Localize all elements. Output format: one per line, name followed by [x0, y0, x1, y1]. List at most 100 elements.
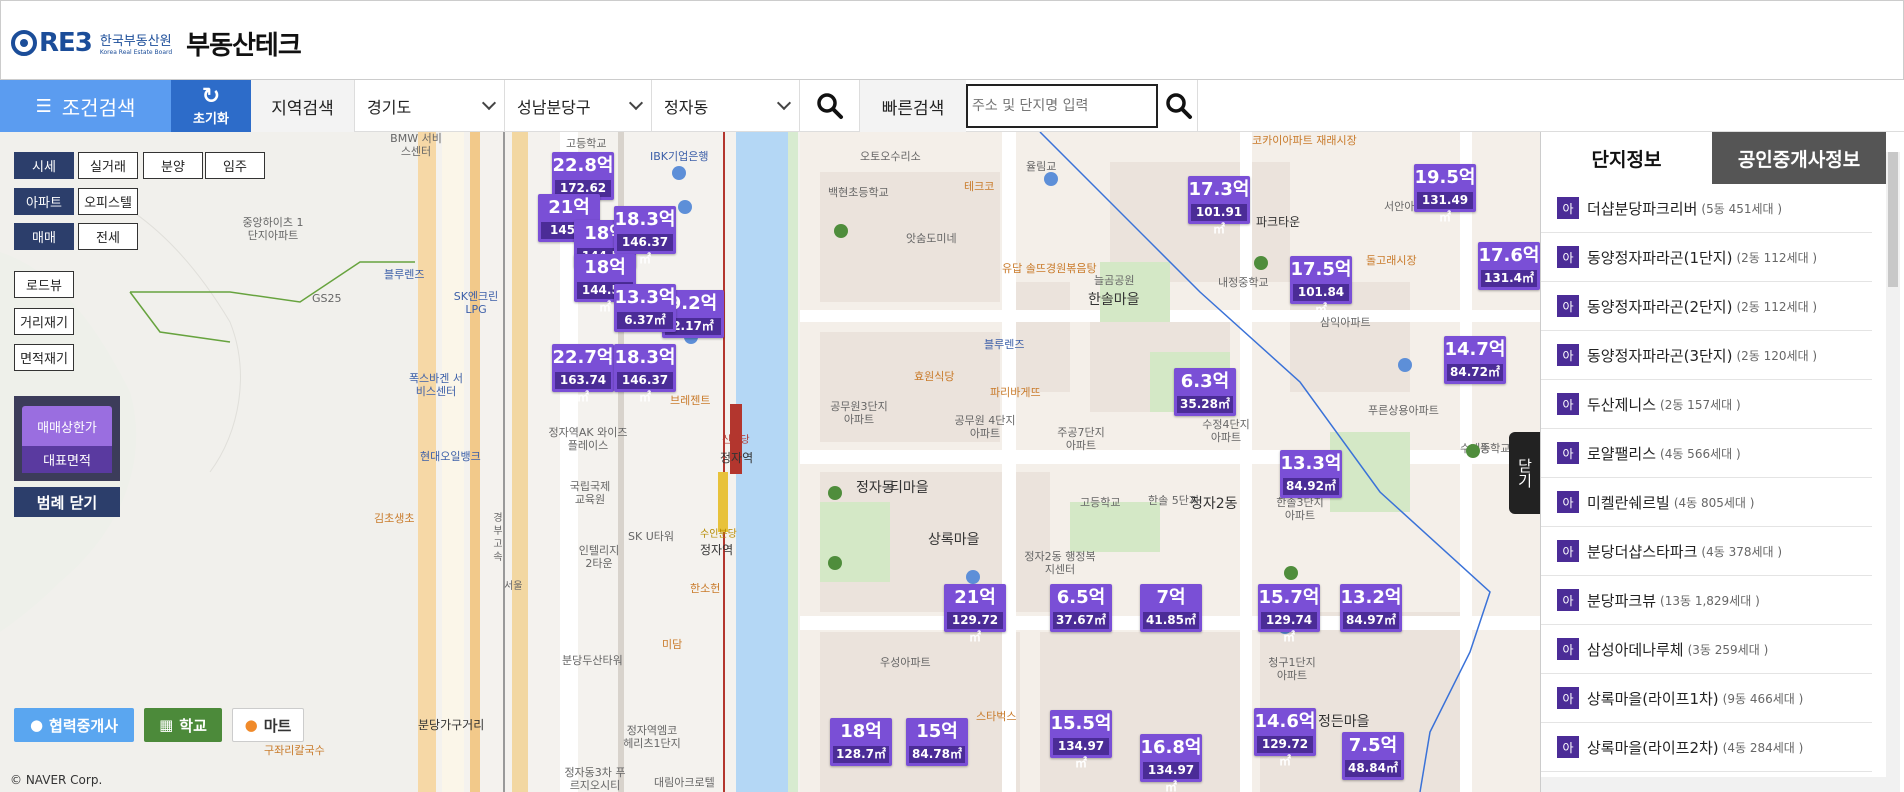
- school-filter-button[interactable]: ▦ 학교: [144, 708, 222, 742]
- quick-search-button[interactable]: [1160, 80, 1198, 132]
- broker-icon[interactable]: [1398, 358, 1412, 372]
- list-item[interactable]: 아 분당파크뷰 (13동 1,829세대 ): [1541, 576, 1872, 625]
- scrollbar-thumb[interactable]: [1888, 152, 1898, 287]
- price-marker[interactable]: 21억 129.72㎡: [944, 584, 1006, 644]
- marker-price: 22.8억: [552, 155, 614, 176]
- price-marker[interactable]: 17.6억 131.4㎡: [1478, 242, 1540, 290]
- toggle-actual-deal[interactable]: 실거래: [78, 152, 138, 179]
- price-marker[interactable]: 18.3억 146.37㎡: [614, 206, 676, 266]
- chevron-down-icon: [776, 95, 792, 111]
- marker-price: 14.7억: [1444, 339, 1506, 360]
- broker-filter-button[interactable]: ● 협력중개사: [14, 708, 134, 742]
- broker-icon[interactable]: [966, 570, 980, 584]
- legend-close-button[interactable]: 범례 닫기: [14, 487, 120, 517]
- tab-broker-info[interactable]: 공인중개사정보: [1712, 132, 1886, 184]
- list-item[interactable]: 아 분당더샵스타파크 (4동 378세대 ): [1541, 527, 1872, 576]
- school-icon[interactable]: [1466, 444, 1480, 458]
- list-item[interactable]: 아 동양정자파라곤(2단지) (2동 112세대 ): [1541, 282, 1872, 331]
- map-label: 정자동: [856, 480, 895, 496]
- map-label: 수정4단지 아파트: [1202, 418, 1250, 444]
- map-label: 코카이아파트 재래시장: [1252, 134, 1357, 147]
- price-marker[interactable]: 17.3억 101.91㎡: [1188, 176, 1250, 236]
- price-marker[interactable]: 19.5억 131.49㎡: [1414, 164, 1476, 224]
- toggle-officetel[interactable]: 오피스텔: [78, 188, 138, 215]
- marker-price: 17.6억: [1478, 245, 1540, 266]
- price-marker[interactable]: 13.2억 84.97㎡: [1340, 584, 1402, 632]
- legend-max-sale-price: 매매상한가: [22, 406, 112, 446]
- price-marker[interactable]: 18.3억 146.37㎡: [614, 344, 676, 404]
- map-canvas[interactable]: 고등학교 IBK기업은행 오토오수리소 백현초등학교 테크코 율림교 코카이아파…: [0, 132, 1540, 792]
- poi-bank-icon[interactable]: [672, 166, 686, 180]
- toggle-presale[interactable]: 분양: [143, 152, 203, 179]
- quick-search-input[interactable]: [966, 84, 1158, 128]
- school-icon[interactable]: [1254, 256, 1268, 270]
- school-icon[interactable]: [828, 556, 842, 570]
- price-marker[interactable]: 13.3억 6.37㎡: [614, 284, 676, 332]
- price-marker[interactable]: 7.5억 48.84㎡: [1342, 732, 1404, 780]
- price-marker[interactable]: 14.7억 84.72㎡: [1444, 336, 1506, 384]
- price-marker[interactable]: 17.5억 101.84㎡: [1290, 256, 1352, 316]
- broker-filter-label: 협력중개사: [49, 716, 119, 735]
- marker-area: 163.74㎡: [555, 372, 611, 404]
- price-marker[interactable]: 13.3억 84.92㎡: [1280, 450, 1342, 498]
- marker-area: 37.67㎡: [1053, 612, 1109, 629]
- district-select[interactable]: 성남분당구: [505, 80, 652, 132]
- list-item[interactable]: 아 삼성아데나루체 (3동 259세대 ): [1541, 625, 1872, 674]
- apartment-tag: 아: [1557, 638, 1579, 660]
- list-scrollbar[interactable]: [1886, 152, 1900, 792]
- school-icon[interactable]: [1284, 566, 1298, 580]
- list-item[interactable]: 아 동양정자파라곤(1단지) (2동 112세대 ): [1541, 233, 1872, 282]
- reset-button[interactable]: ↻ 초기화: [171, 80, 251, 132]
- toggle-apartment[interactable]: 아파트: [14, 188, 74, 215]
- price-marker[interactable]: 16.8억 134.97㎡: [1140, 734, 1202, 792]
- toggle-market-price[interactable]: 시세: [14, 152, 74, 179]
- search-icon: [1165, 93, 1192, 119]
- list-item[interactable]: 아 로얄팰리스 (4동 566세대 ): [1541, 429, 1872, 478]
- province-select[interactable]: 경기도: [355, 80, 505, 132]
- marker-price: 13.2억: [1340, 587, 1402, 608]
- close-panel-tab[interactable]: 닫기: [1509, 432, 1540, 514]
- dong-select[interactable]: 정자동: [652, 80, 800, 132]
- list-item[interactable]: 아 상록마을(라이프2차) (4동 284세대 ): [1541, 723, 1872, 772]
- broker-icon[interactable]: [1044, 172, 1058, 186]
- toggle-sale[interactable]: 매매: [14, 223, 74, 250]
- broker-icon[interactable]: [678, 200, 692, 214]
- apartment-tag: 아: [1557, 491, 1579, 513]
- price-marker[interactable]: 7억 41.85㎡: [1140, 584, 1202, 632]
- price-marker[interactable]: 15.5억 134.97㎡: [1050, 710, 1112, 770]
- toggle-jeonse[interactable]: 전세: [78, 223, 138, 250]
- list-item[interactable]: 아 동양정자파라곤(3단지) (2동 120세대 ): [1541, 331, 1872, 380]
- condition-search-button[interactable]: ☰ 조건검색: [0, 80, 171, 132]
- price-marker[interactable]: 18억 128.7㎡: [830, 718, 892, 766]
- mart-filter-button[interactable]: ● 마트: [232, 708, 304, 742]
- price-marker[interactable]: 22.8억 172.62㎡: [552, 152, 614, 212]
- map-label: 파리바게뜨: [990, 386, 1041, 399]
- measure-area-button[interactable]: 면적재기: [14, 344, 74, 371]
- list-item[interactable]: 아 미켈란쉐르빌 (4동 805세대 ): [1541, 478, 1872, 527]
- site-logo[interactable]: RE3 한국부동산원 Korea Real Estate Board 부동산테크: [11, 23, 302, 63]
- complex-list: 아 더샵분당파크리버 (5동 451세대 ) 아 동양정자파라곤(1단지) (2동 11…: [1541, 184, 1872, 772]
- list-item[interactable]: 아 두산제니스 (2동 157세대 ): [1541, 380, 1872, 429]
- measure-distance-button[interactable]: 거리재기: [14, 308, 74, 335]
- marker-price: 17.3억: [1188, 179, 1250, 200]
- school-icon[interactable]: [828, 486, 842, 500]
- roadview-button[interactable]: 로드뷰: [14, 271, 74, 298]
- price-marker[interactable]: 6.3억 35.28㎡: [1174, 368, 1236, 416]
- map-label: 정자2동 행정복지센터: [1024, 550, 1096, 576]
- price-marker[interactable]: 14.6억 129.72㎡: [1254, 708, 1316, 768]
- marker-price: 18억: [840, 721, 882, 742]
- toggle-move-in[interactable]: 임주: [205, 152, 265, 179]
- apartment-tag: 아: [1557, 295, 1579, 317]
- school-icon[interactable]: [834, 224, 848, 238]
- price-marker[interactable]: 6.5억 37.67㎡: [1050, 584, 1112, 632]
- price-marker[interactable]: 15억 84.78㎡: [906, 718, 968, 766]
- price-marker[interactable]: 22.7억 163.74㎡: [552, 344, 614, 404]
- list-item[interactable]: 아 상록마을(라이프1차) (9동 466세대 ): [1541, 674, 1872, 723]
- tab-complex-info[interactable]: 단지정보: [1541, 132, 1712, 184]
- region-search-button[interactable]: [800, 80, 860, 132]
- price-marker[interactable]: 15.7억 129.74㎡: [1258, 584, 1320, 644]
- horizontal-scrollbar[interactable]: [1541, 777, 1886, 792]
- marker-price: 15억: [916, 721, 958, 742]
- list-item[interactable]: 아 더샵분당파크리버 (5동 451세대 ): [1541, 184, 1872, 233]
- marker-price: 17.5억: [1290, 259, 1352, 280]
